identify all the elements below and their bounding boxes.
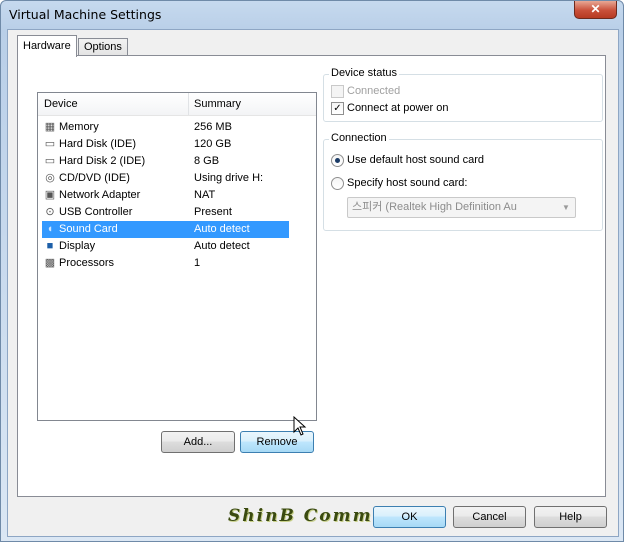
connected-label: Connected (347, 85, 401, 97)
connected-checkbox[interactable] (331, 85, 344, 98)
column-divider[interactable] (188, 93, 189, 115)
device-name: USB Controller (59, 206, 133, 218)
device-row-sound-card[interactable]: ◖ Sound Card Auto detect (42, 221, 289, 238)
device-summary: Using drive H: (194, 172, 264, 184)
specify-sound-card-radio[interactable] (331, 177, 344, 190)
cd-dvd-icon: ◎ (45, 172, 55, 184)
column-header-summary[interactable]: Summary (194, 98, 241, 110)
tab-options[interactable]: Options (78, 38, 128, 56)
hardware-tab-panel: Device Summary ▦ Memory 256 MB ▭ Hard Di… (17, 55, 606, 497)
device-name: Sound Card (59, 223, 118, 235)
column-header-device[interactable]: Device (44, 98, 78, 110)
processor-icon: ▩ (44, 257, 56, 269)
tab-options-label: Options (84, 41, 122, 53)
tab-hardware-label: Hardware (23, 40, 71, 52)
device-row-cd-dvd[interactable]: ◎ CD/DVD (IDE) Using drive H: (42, 170, 289, 187)
memory-icon: ▦ (44, 121, 56, 133)
device-name: Memory (59, 121, 99, 133)
close-icon: ✕ (590, 2, 601, 16)
device-name: Network Adapter (59, 189, 141, 201)
device-row-hard-disk[interactable]: ▭ Hard Disk (IDE) 120 GB (42, 136, 289, 153)
connection-group: Connection Use default host sound card S… (323, 132, 603, 231)
device-name: CD/DVD (IDE) (59, 172, 130, 184)
close-button[interactable]: ✕ (574, 1, 617, 19)
checkmark-icon: ✓ (333, 103, 342, 114)
window-title: Virtual Machine Settings (9, 7, 162, 22)
hard-disk-icon: ▭ (44, 138, 56, 150)
host-sound-card-select[interactable]: 스피커 (Realtek High Definition Au ▼ (347, 197, 576, 218)
device-summary: 120 GB (194, 138, 232, 150)
specify-sound-card-label: Specify host sound card: (347, 177, 468, 189)
device-summary: Auto detect (194, 223, 250, 235)
device-name: Processors (59, 257, 115, 269)
device-summary: NAT (194, 189, 216, 201)
device-row-usb-controller[interactable]: ⊙ USB Controller Present (42, 204, 289, 221)
device-status-group: Device status Connected ✓ Connect at pow… (323, 67, 603, 122)
device-summary: Present (194, 206, 232, 218)
device-summary: 8 GB (194, 155, 220, 167)
device-row-hard-disk-2[interactable]: ▭ Hard Disk 2 (IDE) 8 GB (42, 153, 289, 170)
use-default-sound-card-label: Use default host sound card (347, 154, 484, 166)
connection-legend: Connection (329, 132, 389, 144)
device-summary: Auto detect (194, 240, 250, 252)
ok-button[interactable]: OK (373, 506, 446, 528)
chevron-down-icon: ▼ (562, 203, 570, 212)
device-row-display[interactable]: ■ Display Auto detect (42, 238, 289, 255)
device-name: Hard Disk (IDE) (59, 138, 137, 150)
device-summary: 256 MB (194, 121, 232, 133)
device-name: Hard Disk 2 (IDE) (59, 155, 146, 167)
device-list[interactable]: Device Summary ▦ Memory 256 MB ▭ Hard Di… (37, 92, 317, 421)
mouse-pointer-icon (293, 416, 307, 436)
device-row-processors[interactable]: ▩ Processors 1 (42, 255, 289, 272)
network-adapter-icon: ▣ (44, 189, 56, 201)
connect-at-power-on-checkbox[interactable]: ✓ (331, 102, 344, 115)
display-icon: ■ (46, 240, 54, 252)
use-default-sound-card-radio[interactable] (331, 154, 344, 167)
sound-card-icon: ◖ (46, 223, 54, 235)
device-name: Display (59, 240, 96, 252)
settings-window: Virtual Machine Settings ✕ Hardware Opti… (0, 0, 624, 542)
help-button[interactable]: Help (534, 506, 607, 528)
title-bar[interactable]: Virtual Machine Settings ✕ (1, 1, 623, 29)
tab-hardware[interactable]: Hardware (17, 35, 77, 57)
host-sound-card-value: 스피커 (Realtek High Definition Au (352, 201, 517, 213)
dialog-client-area: Hardware Options Device Summary ▦ Memory… (7, 29, 619, 537)
device-status-legend: Device status (329, 67, 400, 79)
usb-icon: ⊙ (45, 206, 55, 218)
cancel-button[interactable]: Cancel (453, 506, 526, 528)
device-summary: 1 (194, 257, 201, 269)
device-row-network-adapter[interactable]: ▣ Network Adapter NAT (42, 187, 289, 204)
device-list-header: Device Summary (38, 93, 316, 116)
connect-at-power-on-label: Connect at power on (347, 102, 449, 114)
add-button[interactable]: Add... (161, 431, 235, 453)
device-row-memory[interactable]: ▦ Memory 256 MB (42, 119, 289, 136)
hard-disk-icon: ▭ (44, 155, 56, 167)
